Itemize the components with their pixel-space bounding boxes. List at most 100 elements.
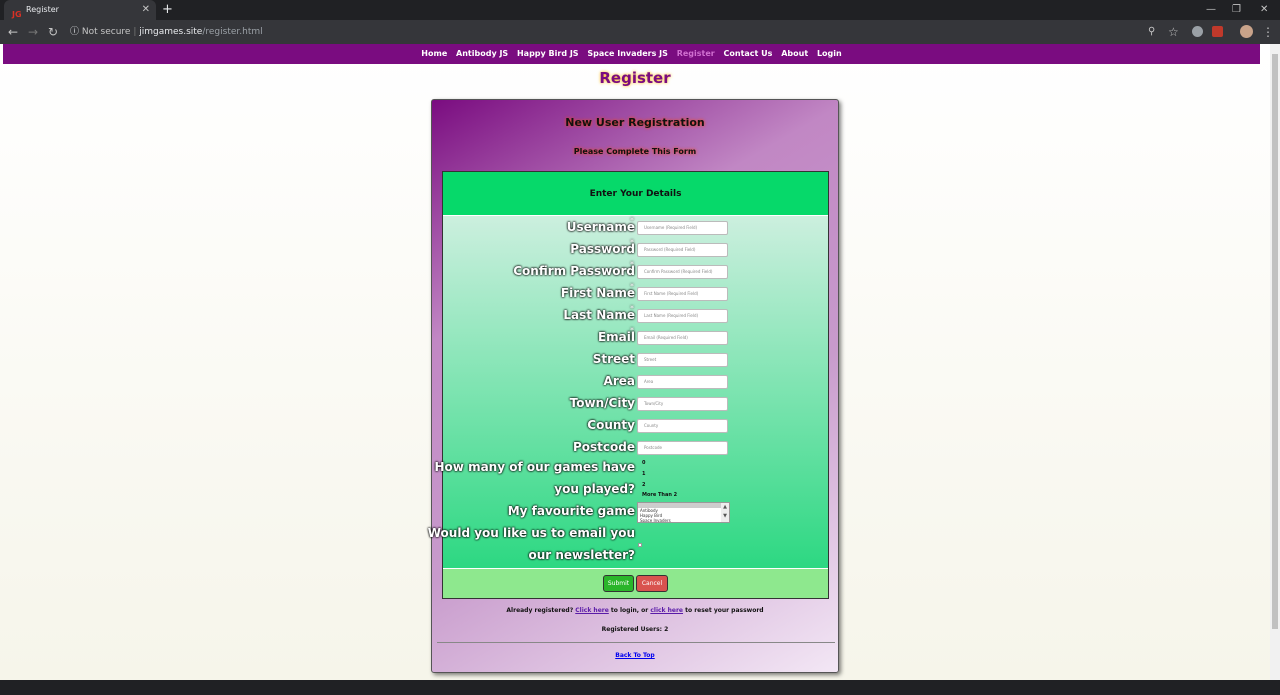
main-nav: Home Antibody JS Happy Bird JS Space Inv… — [3, 44, 1260, 64]
area-label: Area — [603, 374, 635, 388]
games-played-label-line2: you played? — [554, 482, 635, 496]
browser-menu-icon[interactable]: ⋮ — [1262, 20, 1274, 44]
form-header: Enter Your Details — [443, 172, 828, 216]
browser-tab[interactable]: JG Register ✕ — [4, 0, 156, 20]
registration-panel: New User Registration Please Complete Th… — [428, 99, 839, 673]
drive-extension-icon[interactable] — [1192, 26, 1203, 37]
already-middle: to login, or — [610, 607, 649, 614]
new-tab-button[interactable]: + — [162, 0, 173, 20]
nav-space-invaders[interactable]: Space Invaders JS — [587, 49, 668, 58]
first-name-row: First Name * First Name (Required Field) — [443, 282, 828, 302]
street-row: Street Street — [443, 350, 828, 368]
tab-close-icon[interactable]: ✕ — [142, 0, 150, 20]
email-input[interactable]: Email (Required Field) — [637, 331, 728, 345]
town-row: Town/City Town/City — [443, 394, 828, 412]
cancel-button[interactable]: Cancel — [636, 575, 668, 592]
reset-password-link[interactable]: click here — [650, 607, 683, 614]
restore-icon[interactable]: ❐ — [1232, 0, 1241, 20]
reload-icon[interactable]: ↻ — [48, 20, 58, 44]
town-input[interactable]: Town/City — [637, 397, 728, 411]
required-mark: * — [630, 326, 634, 335]
county-row: County County — [443, 416, 828, 434]
favourite-game-select[interactable]: Antibody Happy Bird Space Invaders ▲ ▼ — [637, 502, 730, 523]
username-label: Username — [566, 220, 635, 234]
bottom-bar — [0, 680, 1280, 695]
extension-icon[interactable] — [1212, 26, 1223, 37]
radio-option-1[interactable]: 1 — [642, 471, 645, 477]
panel-title: New User Registration — [565, 116, 705, 129]
last-name-row: Last Name * Last Name (Required Field) — [443, 304, 828, 324]
area-input[interactable]: Area — [637, 375, 728, 389]
password-input[interactable]: Password (Required Field) — [637, 243, 728, 257]
radio-option-more[interactable]: More Than 2 — [642, 492, 677, 498]
confirm-password-input[interactable]: Confirm Password (Required Field) — [637, 265, 728, 279]
password-row: Password * Password (Required Field) — [443, 238, 828, 258]
required-mark: * — [630, 260, 634, 269]
zoom-icon[interactable]: ⚲ — [1148, 20, 1155, 44]
page-scrollbar[interactable] — [1270, 44, 1280, 680]
postcode-input[interactable]: Postcode — [637, 441, 728, 455]
registration-form: Enter Your Details Username * Username (… — [428, 171, 829, 599]
profile-avatar[interactable] — [1240, 25, 1253, 38]
back-to-top-link[interactable]: Back To Top — [432, 652, 838, 659]
already-suffix: to reset your password — [685, 607, 764, 614]
scrollbar-thumb[interactable] — [1272, 54, 1278, 629]
street-input[interactable]: Street — [637, 353, 728, 367]
panel-subtitle: Please Complete This Form — [573, 147, 697, 156]
postcode-label: Postcode — [572, 440, 635, 454]
newsletter-checkbox[interactable] — [638, 543, 642, 547]
last-name-label: Last Name — [563, 308, 635, 322]
password-label: Password — [570, 242, 635, 256]
games-played-group: How many of our games have you played? 0… — [435, 458, 828, 502]
select-option-space-invaders[interactable]: Space Invaders — [638, 518, 729, 522]
newsletter-label-line1: Would you like us to email you — [427, 526, 635, 540]
submit-button[interactable]: Submit — [603, 575, 634, 592]
area-row: Area Area — [443, 372, 828, 390]
newsletter-group: Would you like us to email you our newsl… — [428, 524, 828, 568]
required-mark: * — [630, 282, 634, 291]
last-name-input[interactable]: Last Name (Required Field) — [637, 309, 728, 323]
radio-option-2[interactable]: 2 — [642, 482, 645, 488]
forward-icon[interactable]: → — [28, 20, 38, 44]
nav-register[interactable]: Register — [677, 49, 715, 58]
tab-title: Register — [26, 5, 59, 14]
url-path: /register.html — [202, 27, 263, 37]
browser-toolbar: ← → ↻ ⓘ Not secure | jimgames.site/regis… — [0, 20, 1280, 44]
bookmark-star-icon[interactable]: ☆ — [1168, 20, 1179, 44]
street-label: Street — [592, 352, 635, 366]
url-host: jimgames.site — [139, 27, 203, 37]
postcode-row: Postcode Postcode — [443, 438, 828, 456]
confirm-password-row: Confirm Password * Confirm Password (Req… — [443, 260, 828, 280]
nav-happy-bird[interactable]: Happy Bird JS — [517, 49, 579, 58]
radio-option-0[interactable]: 0 — [642, 460, 645, 466]
divider — [437, 642, 835, 643]
nav-antibody[interactable]: Antibody JS — [456, 49, 508, 58]
username-row: Username * Username (Required Field) — [443, 216, 828, 236]
form-button-row: Submit Cancel — [443, 568, 828, 598]
username-input[interactable]: Username (Required Field) — [637, 221, 728, 235]
login-link[interactable]: Click here — [575, 607, 609, 614]
county-input[interactable]: County — [637, 419, 728, 433]
favourite-game-label: My favourite game — [507, 504, 635, 518]
page-title: Register — [599, 69, 671, 87]
not-secure-label: Not secure — [81, 27, 131, 37]
nav-home[interactable]: Home — [421, 49, 447, 58]
email-row: Email * Email (Required Field) — [443, 326, 828, 346]
minimize-icon[interactable]: — — [1206, 0, 1216, 20]
nav-login[interactable]: Login — [817, 49, 842, 58]
nav-about[interactable]: About — [781, 49, 808, 58]
window-close-icon[interactable]: ✕ — [1260, 0, 1268, 20]
info-icon[interactable]: ⓘ — [70, 27, 79, 37]
select-scroll-icon[interactable]: ▲ ▼ — [721, 503, 729, 522]
nav-contact[interactable]: Contact Us — [724, 49, 773, 58]
required-mark: * — [630, 304, 634, 313]
address-bar[interactable]: ⓘ Not secure | jimgames.site/register.ht… — [70, 22, 1145, 42]
page-viewport: Home Antibody JS Happy Bird JS Space Inv… — [0, 44, 1270, 680]
already-prefix: Already registered? — [506, 607, 574, 614]
first-name-input[interactable]: First Name (Required Field) — [637, 287, 728, 301]
already-registered-text: Already registered? Click here to login,… — [432, 607, 838, 614]
favourite-game-group: My favourite game Antibody Happy Bird Sp… — [443, 502, 828, 524]
newsletter-label-line2: our newsletter? — [528, 548, 635, 562]
back-icon[interactable]: ← — [8, 20, 18, 44]
required-mark: * — [630, 216, 634, 225]
